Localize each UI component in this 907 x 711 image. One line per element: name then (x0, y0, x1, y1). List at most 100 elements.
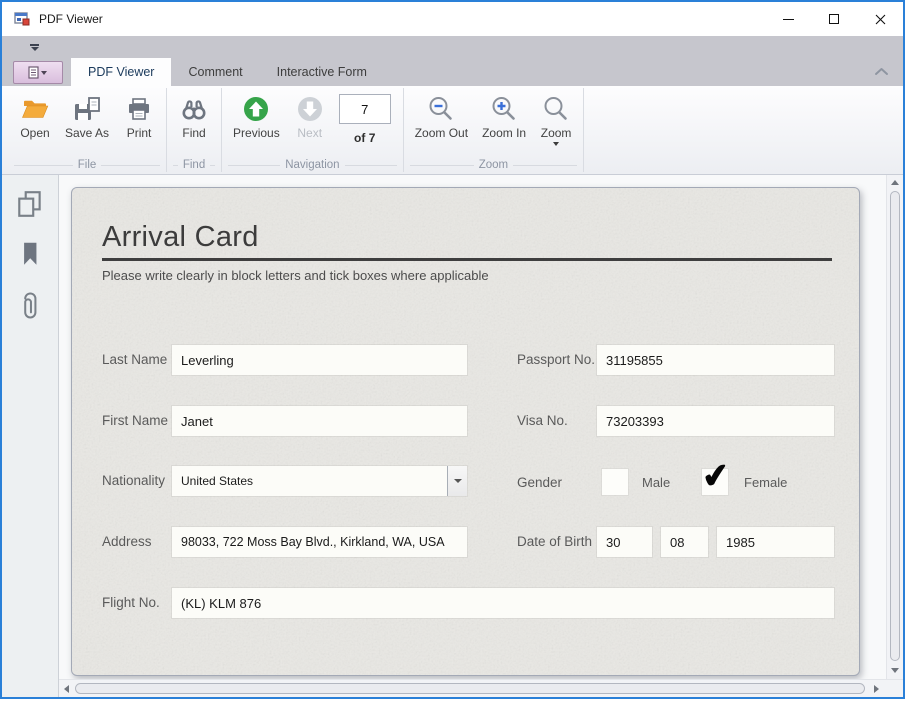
page-number-input[interactable] (339, 94, 391, 124)
bookmarks-button[interactable] (15, 239, 45, 274)
dob-day-value: 30 (606, 535, 620, 550)
gender-male-checkbox[interactable] (602, 469, 628, 495)
horizontal-scrollbar-thumb[interactable] (75, 683, 865, 694)
scroll-right-button[interactable] (874, 680, 879, 697)
minimize-button[interactable] (765, 2, 811, 36)
page-thumbnails-icon (15, 189, 45, 219)
nationality-dropdown-button[interactable] (447, 466, 467, 496)
customize-quick-access-button[interactable] (30, 44, 39, 51)
zoom-out-button[interactable]: Zoom Out (408, 89, 475, 142)
zoom-in-button-label: Zoom In (482, 126, 526, 140)
dob-day-field[interactable]: 30 (597, 527, 652, 557)
maximize-button[interactable] (811, 2, 857, 36)
address-label: Address (102, 527, 152, 557)
attachments-button[interactable] (15, 289, 45, 328)
zoom-dropdown-arrow-icon (553, 142, 559, 146)
scroll-left-button[interactable] (64, 680, 69, 697)
application-menu-button[interactable] (13, 61, 63, 84)
checkmark-icon: ✔ (700, 454, 732, 496)
document-title: Arrival Card (102, 221, 259, 254)
group-label-navigation: Navigation (285, 159, 339, 171)
vertical-scrollbar-thumb[interactable] (890, 191, 900, 661)
last-name-field[interactable]: Leverling (172, 345, 467, 375)
scrollbar-corner (885, 679, 903, 697)
document-subtitle: Please write clearly in block letters an… (102, 268, 489, 283)
first-name-field[interactable]: Janet (172, 406, 467, 436)
ribbon-group-zoom: Zoom Out Zoom In Zoom (404, 86, 583, 174)
scroll-left-icon (64, 685, 69, 693)
tab-pdf-viewer-label: PDF Viewer (88, 65, 154, 79)
ribbon-group-file: Open Save As (8, 86, 166, 174)
app-icon (14, 11, 30, 27)
save-as-button[interactable]: Save As (58, 89, 116, 142)
tab-interactive-form[interactable]: Interactive Form (260, 58, 384, 86)
next-button-label: Next (297, 126, 322, 140)
quick-access-toolbar (2, 36, 903, 58)
chevron-up-icon (874, 67, 889, 76)
nationality-combobox[interactable]: United States (172, 466, 467, 496)
previous-page-button[interactable]: Previous (226, 89, 287, 142)
last-name-value: Leverling (181, 353, 234, 368)
dob-year-field[interactable]: 1985 (717, 527, 834, 557)
customize-quick-access-icon (30, 44, 39, 46)
visa-no-label: Visa No. (517, 406, 568, 436)
find-button[interactable]: Find (171, 89, 217, 142)
ribbon-tab-row: PDF Viewer Comment Interactive Form (2, 58, 903, 86)
print-icon (125, 95, 153, 123)
open-button[interactable]: Open (12, 89, 58, 142)
close-button[interactable] (857, 2, 903, 36)
zoom-button-label: Zoom (541, 126, 572, 140)
group-separator (583, 88, 584, 172)
flight-no-field[interactable]: (KL) KLM 876 (172, 588, 834, 618)
dropdown-arrow-icon (454, 479, 462, 483)
open-button-label: Open (20, 126, 49, 140)
ribbon-group-navigation: Previous Next of 7 Navigation (222, 86, 403, 174)
group-label-zoom: Zoom (479, 159, 508, 171)
collapse-ribbon-button[interactable] (874, 63, 889, 81)
dob-month-value: 08 (670, 535, 684, 550)
visa-no-value: 73203393 (606, 414, 664, 429)
attachments-icon (15, 289, 45, 323)
navigation-pane (2, 175, 59, 697)
vertical-scrollbar[interactable] (886, 175, 903, 679)
date-of-birth-label: Date of Birth (517, 527, 592, 557)
first-name-value: Janet (181, 414, 213, 429)
horizontal-scrollbar[interactable] (59, 679, 885, 697)
open-folder-icon (21, 95, 49, 123)
pdf-viewer-window: PDF Viewer PDF Viewer Comment (0, 0, 905, 699)
find-binoculars-icon (180, 95, 208, 123)
address-field[interactable]: 98033, 722 Moss Bay Blvd., Kirkland, WA,… (172, 527, 467, 557)
ribbon-toolbar: Open Save As (2, 86, 903, 175)
passport-no-label: Passport No. (517, 345, 595, 375)
first-name-label: First Name (102, 406, 168, 436)
titlebar: PDF Viewer (2, 2, 903, 36)
scroll-up-button[interactable] (887, 180, 903, 185)
minimize-icon (783, 19, 794, 20)
scroll-right-icon (874, 685, 879, 693)
document-canvas[interactable]: Arrival Card Please write clearly in blo… (59, 175, 886, 679)
group-label-file: File (78, 159, 97, 171)
gender-female-label: Female (744, 468, 787, 498)
find-button-label: Find (182, 126, 205, 140)
scroll-down-icon (891, 668, 899, 673)
dob-month-field[interactable]: 08 (661, 527, 708, 557)
zoom-dropdown-button[interactable]: Zoom (533, 89, 579, 148)
visa-no-field[interactable]: 73203393 (597, 406, 834, 436)
gender-female-checkbox[interactable]: ✔ (702, 469, 728, 495)
passport-no-field[interactable]: 31195855 (597, 345, 834, 375)
ribbon-group-find: Find Find (167, 86, 221, 174)
window-title: PDF Viewer (39, 12, 103, 26)
tab-pdf-viewer[interactable]: PDF Viewer (71, 58, 171, 86)
tab-comment-label: Comment (188, 65, 242, 79)
scroll-up-icon (891, 180, 899, 185)
dob-year-value: 1985 (726, 535, 755, 550)
page-thumbnails-button[interactable] (15, 189, 45, 224)
zoom-in-button[interactable]: Zoom In (475, 89, 533, 142)
print-button[interactable]: Print (116, 89, 162, 142)
scroll-down-button[interactable] (887, 668, 903, 673)
passport-no-value: 31195855 (606, 353, 663, 368)
next-page-button[interactable]: Next (287, 89, 333, 142)
tab-comment[interactable]: Comment (171, 58, 259, 86)
maximize-icon (829, 14, 839, 24)
zoom-out-icon (427, 95, 455, 123)
